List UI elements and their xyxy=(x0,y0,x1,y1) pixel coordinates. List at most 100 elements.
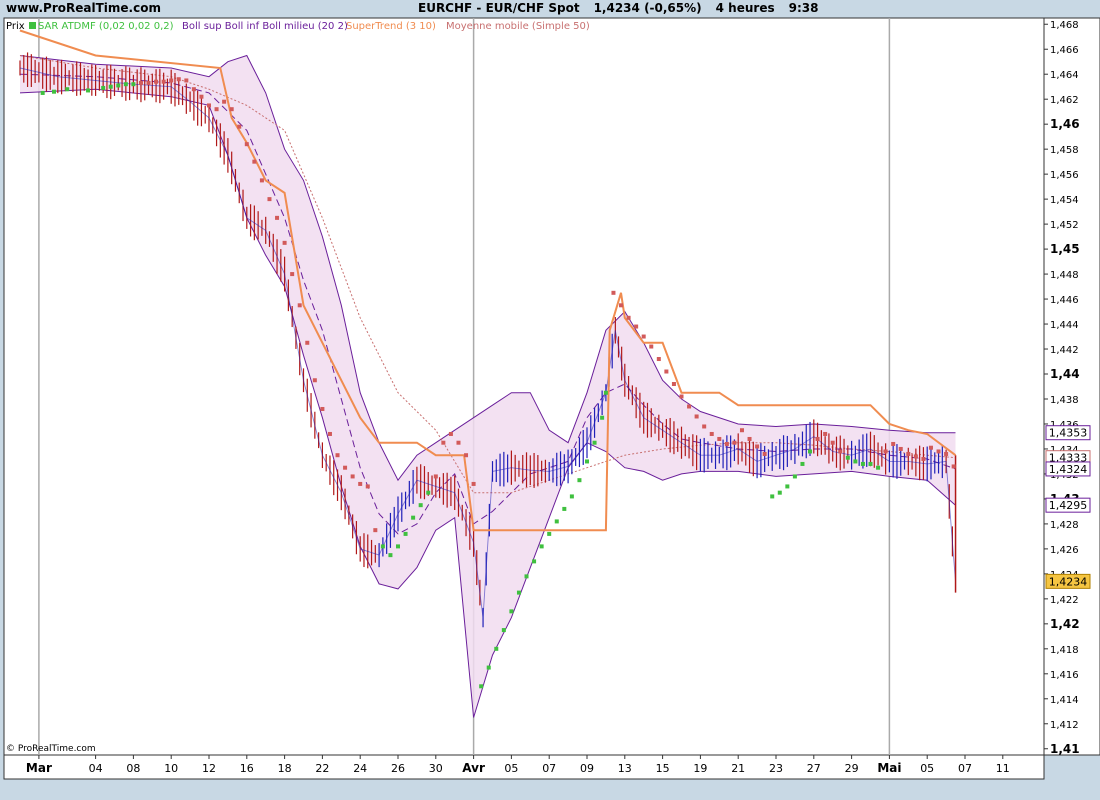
sar-dot xyxy=(906,451,911,456)
sar-dot xyxy=(131,82,136,87)
sar-dot xyxy=(448,431,453,436)
sar-dot xyxy=(611,290,616,295)
legend: Prix SAR ATDMF (0,02 0,02 0,2) Boll sup … xyxy=(6,21,590,32)
price-chart[interactable]: 1,468 1,466 1,464 1,462 1,46 1,458 1,456 1,454 1… xyxy=(0,0,1100,800)
y-tick-label: 1,448 xyxy=(1050,270,1079,281)
sar-dot xyxy=(619,303,624,308)
sar-dot xyxy=(123,82,128,87)
x-tick-label: Mai xyxy=(877,761,901,775)
sar-dot xyxy=(687,404,692,409)
sar-dot xyxy=(403,531,408,536)
sar-dot xyxy=(830,440,835,445)
x-tick-label: 26 xyxy=(391,762,405,775)
x-tick-label: 10 xyxy=(164,762,178,775)
sar-dot xyxy=(320,406,325,411)
x-tick-label: Mar xyxy=(26,761,52,775)
sar-dot xyxy=(290,272,295,277)
legend-supertrend: SuperTrend (3 10) xyxy=(346,21,436,32)
sar-dot xyxy=(373,528,378,533)
sar-dot xyxy=(656,357,661,362)
y-tick-label: 1,452 xyxy=(1050,220,1079,231)
sar-dot xyxy=(815,436,820,441)
sar-dot xyxy=(732,440,737,445)
x-tick-label: 04 xyxy=(89,762,103,775)
y-tick-label: 1,456 xyxy=(1050,170,1079,181)
sar-dot xyxy=(785,484,790,489)
sar-dot xyxy=(237,124,242,129)
sar-dot xyxy=(169,78,174,83)
sar-dot xyxy=(486,665,491,670)
sar-dot xyxy=(433,474,438,479)
x-tick-label: 29 xyxy=(845,762,859,775)
sar-dot xyxy=(380,544,385,549)
sar-dot xyxy=(641,334,646,339)
sar-dot xyxy=(365,484,370,489)
sar-dot xyxy=(868,461,873,466)
x-tick-label: 15 xyxy=(656,762,670,775)
y-tick-label: 1,46 xyxy=(1050,117,1080,131)
sar-dot xyxy=(65,87,70,92)
sar-dot xyxy=(327,431,332,436)
y-tick-label: 1,468 xyxy=(1050,20,1079,31)
sar-dot xyxy=(755,444,760,449)
sar-dot xyxy=(860,461,865,466)
sar-dot xyxy=(207,103,211,108)
sar-dot xyxy=(569,494,574,499)
sar-dot xyxy=(585,459,589,464)
x-tick-label: 27 xyxy=(807,762,821,775)
sar-dot xyxy=(426,490,431,495)
sar-dot xyxy=(214,107,219,112)
sar-dot xyxy=(532,559,537,564)
sar-dot xyxy=(350,474,355,479)
price-tag-label: 1,4234 xyxy=(1049,575,1088,588)
y-tick-label: 1,466 xyxy=(1050,45,1079,56)
sar-dot xyxy=(913,454,918,459)
price-tag-label: 1,4324 xyxy=(1049,463,1088,476)
y-tick-label: 1,464 xyxy=(1050,70,1079,81)
sar-dot xyxy=(792,474,797,479)
sar-dot xyxy=(138,80,143,85)
sar-dot xyxy=(154,79,159,84)
sar-dot xyxy=(456,440,461,445)
x-tick-label: 11 xyxy=(996,762,1010,775)
x-tick-label: 24 xyxy=(353,762,367,775)
sar-dot xyxy=(592,440,597,445)
sar-dot xyxy=(343,465,348,470)
sar-dot xyxy=(184,78,189,83)
sar-dot xyxy=(724,441,729,446)
sar-dot xyxy=(161,79,166,84)
sar-dot xyxy=(222,99,227,104)
x-tick-label: 30 xyxy=(429,762,443,775)
sar-dot xyxy=(259,178,264,183)
sar-dot xyxy=(199,94,204,99)
sar-dot xyxy=(702,424,707,429)
price-tag-label: 1,4295 xyxy=(1049,499,1088,512)
sar-dot xyxy=(717,436,722,441)
sar-dot xyxy=(891,441,896,446)
sar-dot xyxy=(951,464,956,469)
x-tick-label: 16 xyxy=(240,762,254,775)
sar-dot xyxy=(52,89,57,94)
sar-dot xyxy=(418,503,423,508)
sar-dot xyxy=(297,303,302,308)
y-tick-label: 1,428 xyxy=(1050,520,1079,531)
y-tick-label: 1,426 xyxy=(1050,545,1079,556)
plot-area xyxy=(3,17,1045,756)
y-tick-label: 1,442 xyxy=(1050,345,1079,356)
sar-dot xyxy=(252,159,257,164)
y-tick-label: 1,44 xyxy=(1050,367,1080,381)
sar-dot xyxy=(471,481,476,486)
sar-dot xyxy=(539,544,544,549)
y-tick-label: 1,418 xyxy=(1050,645,1079,656)
sar-dot xyxy=(267,197,272,202)
copyright: © ProRealTime.com xyxy=(6,744,96,754)
x-tick-label: 05 xyxy=(504,762,518,775)
sar-dot xyxy=(411,515,416,520)
sar-dot xyxy=(358,481,363,486)
sar-dot xyxy=(800,461,805,466)
sar-dot xyxy=(853,459,858,464)
sar-dot xyxy=(883,449,888,454)
sar-dot xyxy=(664,369,669,374)
sar-dot xyxy=(823,431,828,436)
sar-dot xyxy=(275,215,280,220)
